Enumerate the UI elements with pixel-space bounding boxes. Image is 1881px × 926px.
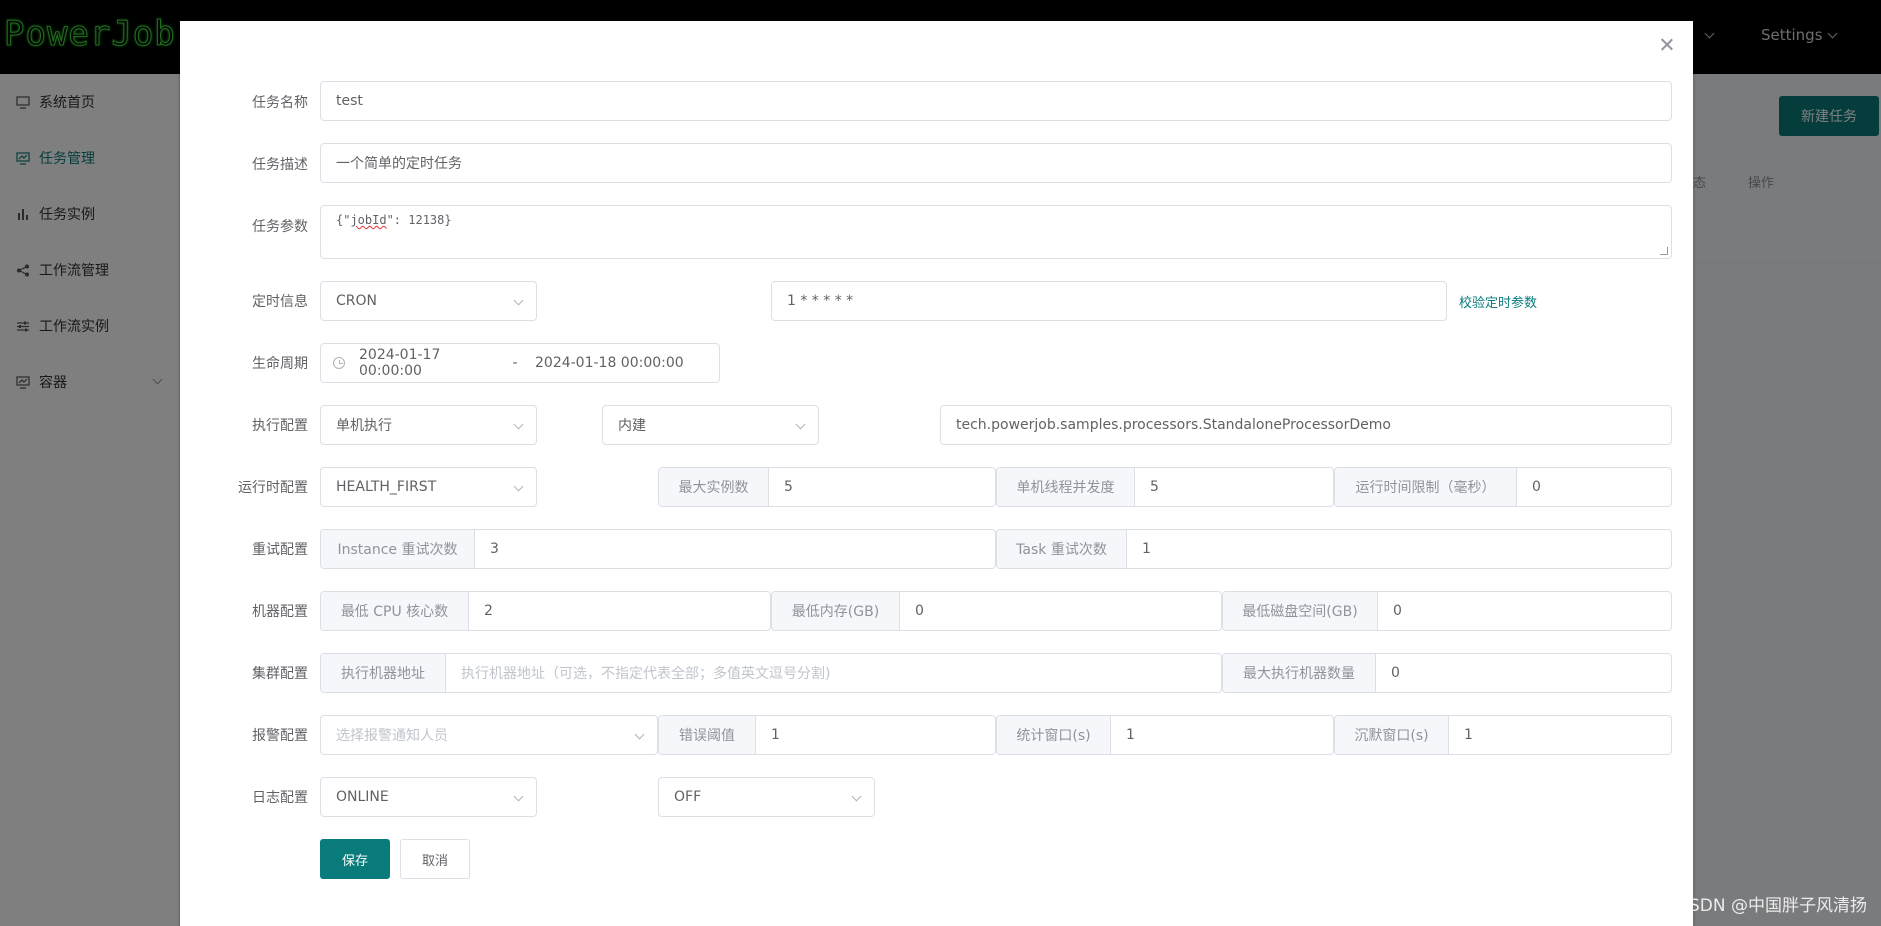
min-memory-field[interactable]: 最低内存(GB) 0 [771,591,1222,631]
instance-retry-value[interactable]: 3 [475,530,995,568]
concurrency-value[interactable]: 5 [1135,468,1333,506]
log-level-value: OFF [674,789,702,805]
watermark-text: CSDN @中国胖子风清扬 [1677,896,1867,916]
concurrency-label: 单机线程并发度 [997,468,1135,506]
min-cpu-label: 最低 CPU 核心数 [321,592,469,630]
log-level-select[interactable]: OFF [658,777,875,817]
task-params-suffix: ": 12138} [386,213,452,227]
min-memory-label: 最低内存(GB) [772,592,900,630]
log-config-label: 日志配置 [252,790,308,806]
task-params-textarea[interactable]: {"jobId": 12138} [320,205,1672,259]
task-params-label: 任务参数 [252,219,308,235]
exec-mode-value: 单机执行 [336,418,392,434]
task-name-label: 任务名称 [252,95,308,111]
lifecycle-end: 2024-01-18 00:00:00 [535,355,684,371]
min-disk-value[interactable]: 0 [1378,592,1671,630]
alarm-config-label: 报警配置 [252,728,308,744]
instance-retry-field[interactable]: Instance 重试次数 3 [320,529,996,569]
instance-retry-label: Instance 重试次数 [321,530,475,568]
close-icon[interactable] [1659,37,1675,53]
min-disk-field[interactable]: 最低磁盘空间(GB) 0 [1222,591,1672,631]
stat-window-label: 统计窗口(s) [997,716,1111,754]
alarm-threshold-value[interactable]: 1 [756,716,995,754]
exec-mode-select[interactable]: 单机执行 [320,405,537,445]
max-workers-field[interactable]: 最大执行机器数量 0 [1222,653,1672,693]
alarm-threshold-field[interactable]: 错误阈值 1 [658,715,996,755]
silence-window-label: 沉默窗口(s) [1335,716,1449,754]
chevron-down-icon [513,295,524,306]
worker-address-field[interactable]: 执行机器地址 执行机器地址（可选，不指定代表全部；多值英文逗号分割) [320,653,1222,693]
schedule-label: 定时信息 [252,294,308,310]
min-memory-value[interactable]: 0 [900,592,1221,630]
alarm-threshold-label: 错误阈值 [659,716,756,754]
task-desc-input[interactable]: 一个简单的定时任务 [320,143,1672,183]
time-limit-label: 运行时间限制（毫秒） [1335,468,1517,506]
alarm-receivers-placeholder: 选择报警通知人员 [336,728,448,744]
runtime-config-label: 运行时配置 [238,480,308,496]
task-params-key: jobId [350,213,387,227]
chevron-down-icon [795,419,806,430]
chevron-down-icon [513,791,524,802]
time-limit-value[interactable]: 0 [1517,468,1671,506]
cron-expression-input[interactable]: 1 * * * * * [771,281,1447,321]
task-params-prefix: {" [336,213,351,227]
save-button[interactable]: 保存 [320,839,390,879]
max-workers-value[interactable]: 0 [1376,654,1671,692]
task-retry-label: Task 重试次数 [997,530,1127,568]
chevron-down-icon [634,729,645,740]
chevron-down-icon [851,791,862,802]
dispatch-strategy-select[interactable]: HEALTH_FIRST [320,467,537,507]
concurrency-field[interactable]: 单机线程并发度 5 [996,467,1334,507]
chevron-down-icon [513,419,524,430]
schedule-type-value: CRON [336,293,377,309]
lifecycle-label: 生命周期 [252,356,308,372]
max-instances-value[interactable]: 5 [769,468,995,506]
machine-config-label: 机器配置 [252,604,308,620]
retry-config-label: 重试配置 [252,542,308,558]
stat-window-value[interactable]: 1 [1111,716,1333,754]
task-name-input[interactable]: test [320,81,1672,121]
resize-handle-icon[interactable] [1660,247,1668,255]
task-retry-field[interactable]: Task 重试次数 1 [996,529,1672,569]
cluster-config-label: 集群配置 [252,666,308,682]
min-disk-label: 最低磁盘空间(GB) [1223,592,1378,630]
log-type-select[interactable]: ONLINE [320,777,537,817]
lifecycle-date-range[interactable]: 2024-01-17 00:00:00 - 2024-01-18 00:00:0… [320,343,720,383]
max-instances-label: 最大实例数 [659,468,769,506]
task-desc-label: 任务描述 [252,157,308,173]
edit-task-dialog: 任务名称 test 任务描述 一个简单的定时任务 任务参数 {"jobId": … [180,21,1693,926]
processor-type-select[interactable]: 内建 [602,405,819,445]
worker-address-input[interactable]: 执行机器地址（可选，不指定代表全部；多值英文逗号分割) [446,654,1221,692]
silence-window-field[interactable]: 沉默窗口(s) 1 [1334,715,1672,755]
log-type-value: ONLINE [336,789,389,805]
processor-info-input[interactable]: tech.powerjob.samples.processors.Standal… [940,405,1672,445]
min-cpu-field[interactable]: 最低 CPU 核心数 2 [320,591,771,631]
dispatch-strategy-value: HEALTH_FIRST [336,479,437,495]
worker-address-label: 执行机器地址 [321,654,446,692]
time-limit-field[interactable]: 运行时间限制（毫秒） 0 [1334,467,1672,507]
lifecycle-start: 2024-01-17 00:00:00 [359,347,441,379]
max-workers-label: 最大执行机器数量 [1223,654,1376,692]
cancel-button[interactable]: 取消 [400,839,470,879]
stat-window-field[interactable]: 统计窗口(s) 1 [996,715,1334,755]
validate-schedule-link[interactable]: 校验定时参数 [1459,292,1537,311]
processor-type-value: 内建 [618,418,646,434]
chevron-down-icon [513,481,524,492]
max-instances-field[interactable]: 最大实例数 5 [658,467,996,507]
lifecycle-separator: - [512,355,518,371]
min-cpu-value[interactable]: 2 [469,592,770,630]
alarm-receivers-select[interactable]: 选择报警通知人员 [320,715,658,755]
schedule-type-select[interactable]: CRON [320,281,537,321]
clock-icon [333,357,345,369]
exec-config-label: 执行配置 [252,418,308,434]
silence-window-value[interactable]: 1 [1449,716,1671,754]
task-retry-value[interactable]: 1 [1127,530,1671,568]
